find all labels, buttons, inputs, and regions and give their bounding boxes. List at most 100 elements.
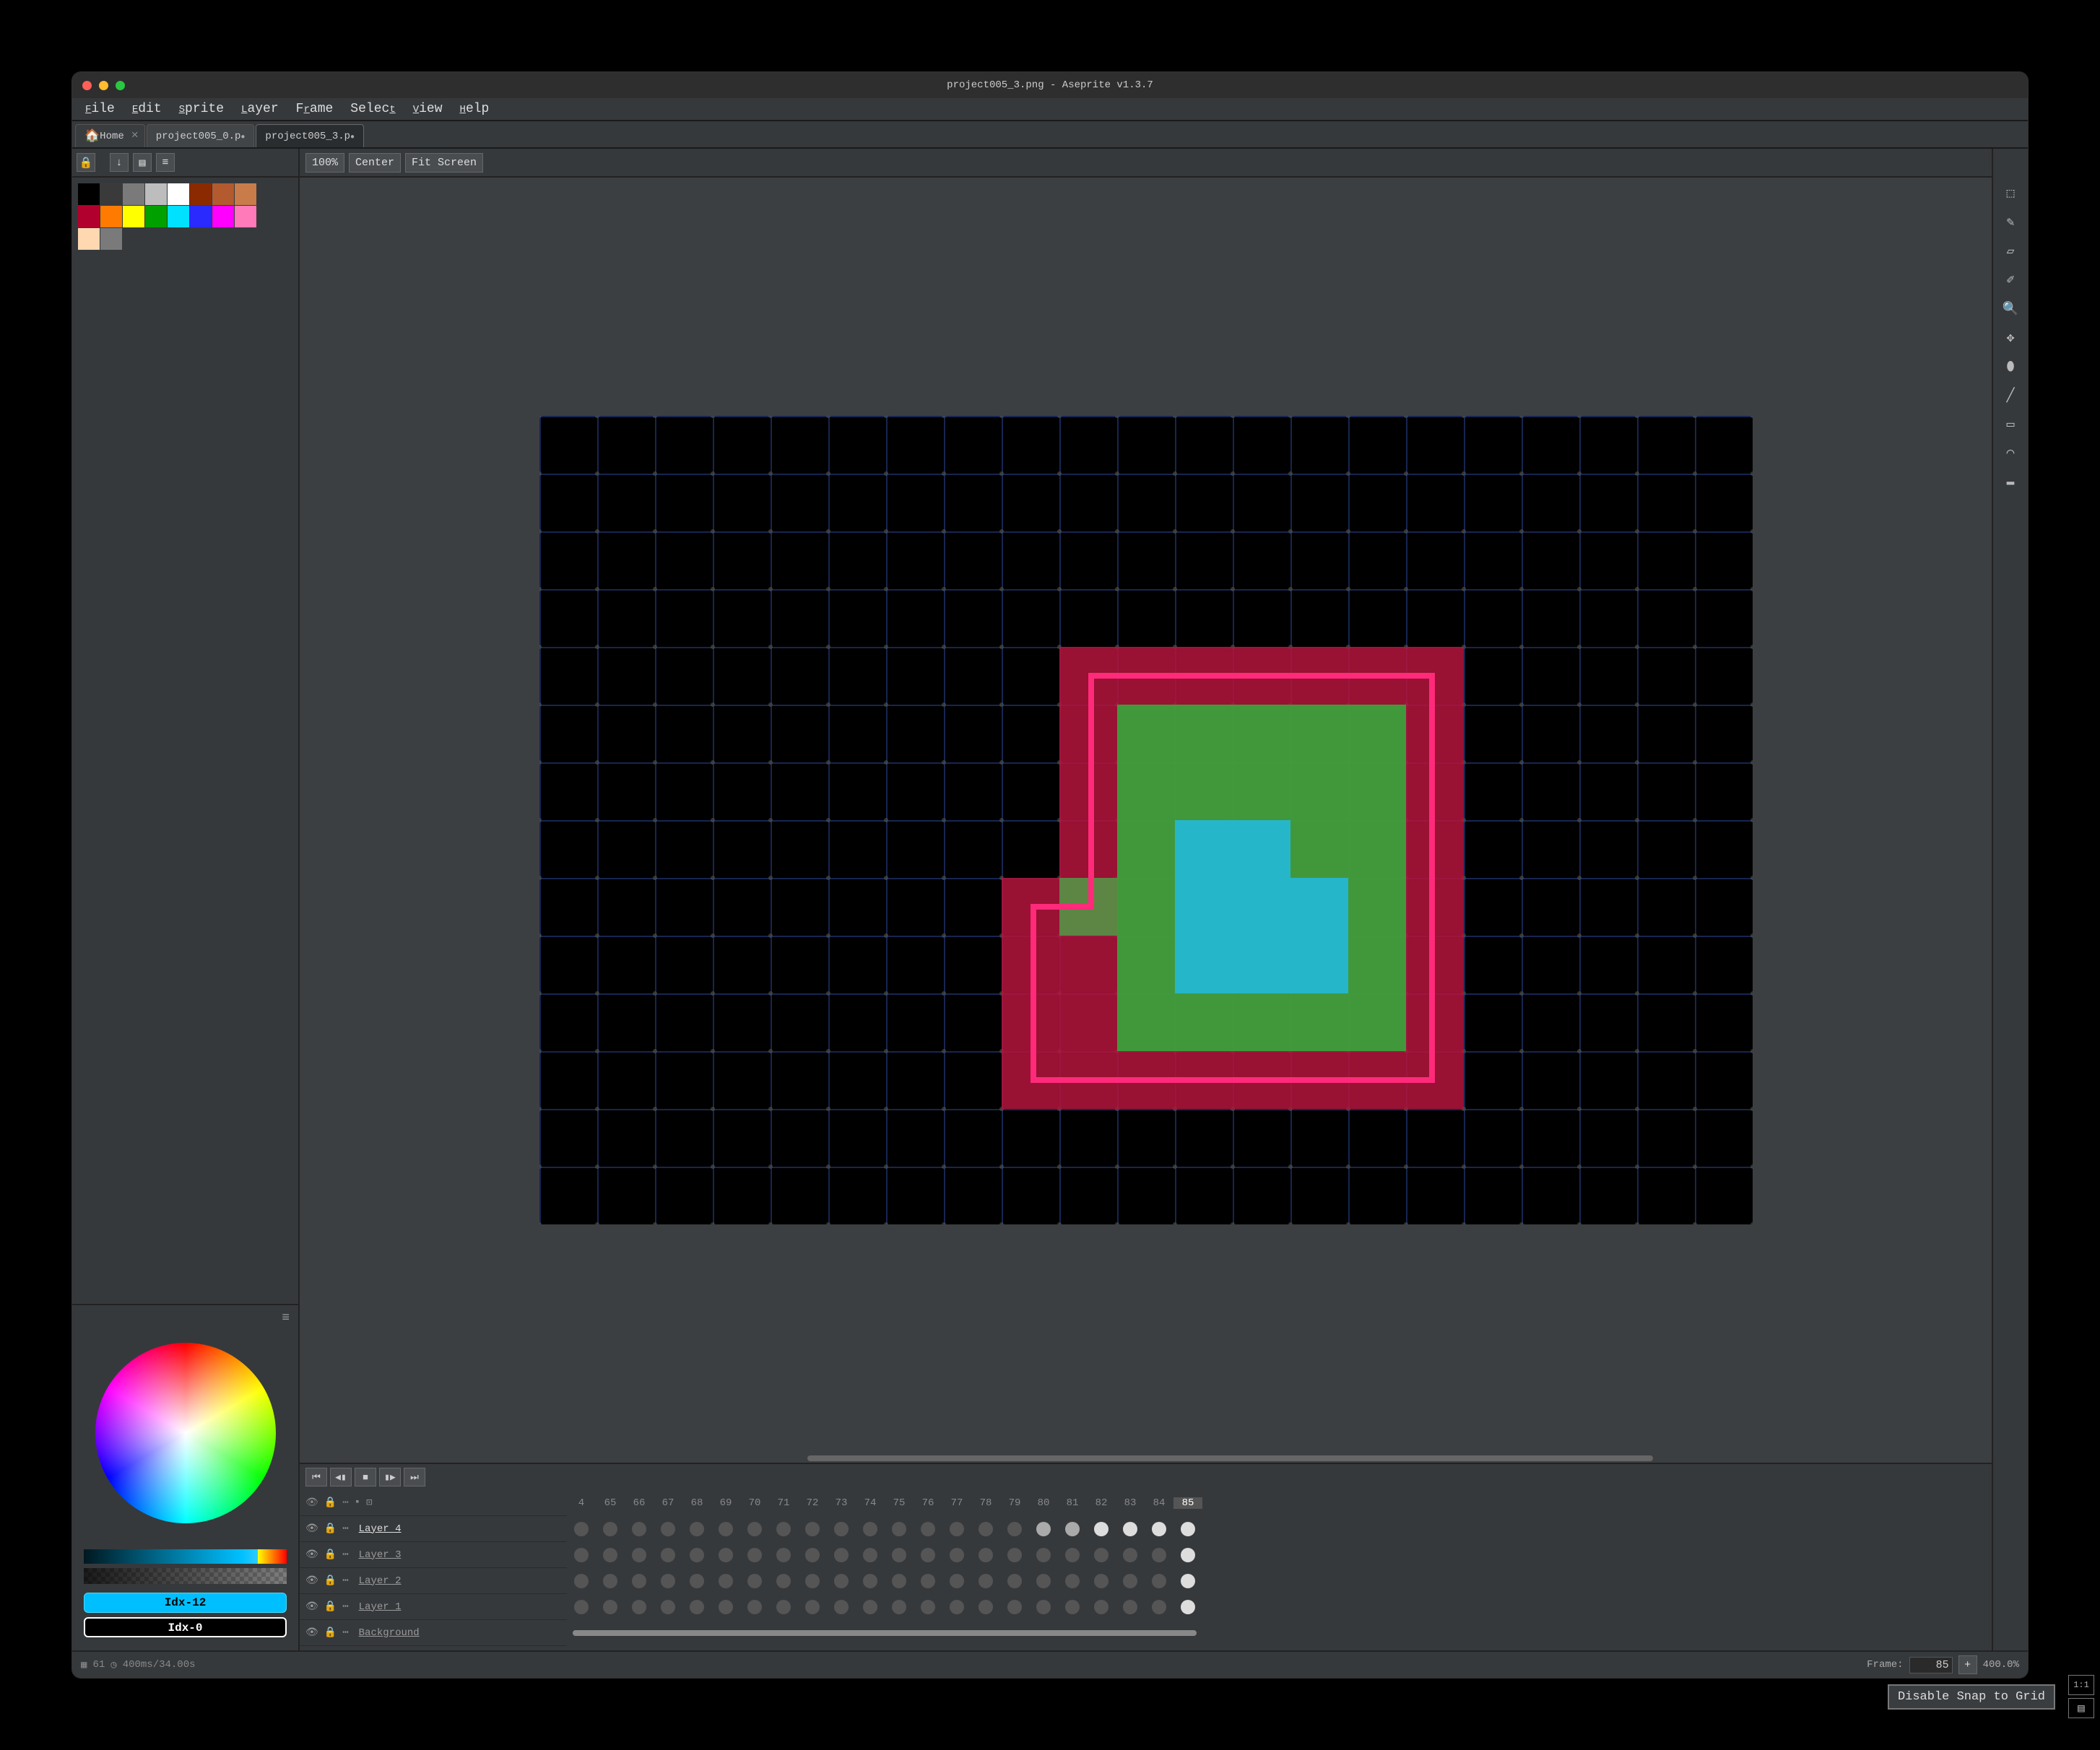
frame-number[interactable]: 82 — [1087, 1497, 1116, 1509]
frame-number[interactable]: 85 — [1173, 1497, 1202, 1509]
canvas-viewport[interactable] — [300, 178, 1992, 1463]
cel[interactable] — [1058, 1568, 1087, 1594]
palette-swatch[interactable] — [100, 183, 122, 205]
menu-help[interactable]: Help — [453, 100, 497, 118]
frame-number[interactable]: 83 — [1116, 1497, 1145, 1509]
cel[interactable] — [856, 1516, 885, 1542]
cel[interactable] — [711, 1516, 740, 1542]
color-spectrum-bar[interactable] — [84, 1549, 287, 1564]
palette-grid[interactable] — [78, 183, 256, 250]
cel[interactable] — [567, 1542, 596, 1568]
cel[interactable] — [1029, 1542, 1058, 1568]
cel[interactable] — [856, 1594, 885, 1620]
visibility-header-icon[interactable]: 👁 — [305, 1497, 318, 1509]
cel[interactable] — [1000, 1542, 1029, 1568]
cel[interactable] — [596, 1542, 625, 1568]
palette-menu-button[interactable]: ≡ — [156, 153, 175, 172]
cel[interactable] — [1116, 1594, 1145, 1620]
palette-swatch[interactable] — [78, 183, 100, 205]
cel[interactable] — [914, 1568, 942, 1594]
cel[interactable] — [654, 1568, 682, 1594]
cel[interactable] — [1116, 1516, 1145, 1542]
cel[interactable] — [711, 1568, 740, 1594]
palette-swatch[interactable] — [145, 183, 167, 205]
frame-number[interactable]: 65 — [596, 1497, 625, 1509]
cel[interactable] — [682, 1516, 711, 1542]
horizontal-scrollbar[interactable] — [807, 1455, 1654, 1461]
cel[interactable] — [914, 1542, 942, 1568]
zoom-readout[interactable]: 400.0% — [1983, 1659, 2019, 1671]
layer-row[interactable]: 👁🔒⋯Layer 3 — [300, 1542, 567, 1568]
visibility-icon[interactable]: 👁 — [305, 1575, 318, 1587]
lock-icon[interactable]: 🔒 — [324, 1523, 337, 1535]
cel[interactable] — [711, 1542, 740, 1568]
canvas[interactable] — [539, 416, 1753, 1224]
palette-swatch[interactable] — [235, 206, 256, 227]
palette-swatch[interactable] — [145, 206, 167, 227]
stop-button[interactable]: ■ — [355, 1468, 376, 1486]
marquee-tool-icon[interactable]: ⬚ — [1997, 180, 2023, 206]
continuous-icon[interactable]: ⋯ — [342, 1523, 348, 1535]
palette-swatch[interactable] — [100, 206, 122, 227]
zoom-tool-icon[interactable]: 🔍 — [1997, 296, 2023, 322]
cel[interactable] — [1029, 1516, 1058, 1542]
frame-number[interactable]: 4 — [567, 1497, 596, 1509]
palette-swatch[interactable] — [168, 183, 189, 205]
cel[interactable] — [798, 1542, 827, 1568]
frame-number[interactable]: 74 — [856, 1497, 885, 1509]
cel[interactable] — [1058, 1542, 1087, 1568]
continuous-icon[interactable]: ⋯ — [342, 1575, 348, 1587]
continuous-icon[interactable]: ⋯ — [342, 1549, 348, 1561]
cel[interactable] — [1000, 1594, 1029, 1620]
cel[interactable] — [654, 1594, 682, 1620]
cel[interactable] — [827, 1594, 856, 1620]
cel[interactable] — [1116, 1542, 1145, 1568]
cel[interactable] — [1145, 1516, 1173, 1542]
cel[interactable] — [942, 1568, 971, 1594]
cel[interactable] — [885, 1542, 914, 1568]
cel[interactable] — [1029, 1594, 1058, 1620]
cel[interactable] — [1173, 1516, 1202, 1542]
lock-icon[interactable]: 🔒 — [324, 1601, 337, 1613]
menu-frame[interactable]: Frame — [289, 100, 341, 118]
palette-swatch[interactable] — [100, 228, 122, 250]
cel[interactable] — [1173, 1594, 1202, 1620]
palette-swatch[interactable] — [190, 183, 212, 205]
link-header-icon[interactable]: ⋯ — [342, 1497, 348, 1509]
move-tool-icon[interactable]: ✥ — [1997, 325, 2023, 351]
frame-number[interactable]: 68 — [682, 1497, 711, 1509]
frame-number[interactable]: 84 — [1145, 1497, 1173, 1509]
cel[interactable] — [654, 1542, 682, 1568]
cel[interactable] — [1145, 1568, 1173, 1594]
cel[interactable] — [769, 1516, 798, 1542]
foreground-color-button[interactable]: Idx-12 — [84, 1593, 287, 1613]
color-panel-menu-icon[interactable]: ≡ — [282, 1311, 290, 1325]
cel[interactable] — [942, 1594, 971, 1620]
cel[interactable] — [769, 1594, 798, 1620]
close-icon[interactable] — [82, 81, 92, 90]
cel[interactable] — [596, 1516, 625, 1542]
background-color-button[interactable]: Idx-0 — [84, 1617, 287, 1637]
cel[interactable] — [1087, 1516, 1116, 1542]
cel[interactable] — [827, 1568, 856, 1594]
cel[interactable] — [971, 1568, 1000, 1594]
frame-number[interactable]: 80 — [1029, 1497, 1058, 1509]
frame-number[interactable]: 70 — [740, 1497, 769, 1509]
palette-swatch[interactable] — [235, 183, 256, 205]
frame-number[interactable]: 66 — [625, 1497, 654, 1509]
frame-number[interactable]: 69 — [711, 1497, 740, 1509]
layer-row[interactable]: 👁🔒⋯Layer 1 — [300, 1594, 567, 1620]
visibility-icon[interactable]: 👁 — [305, 1523, 318, 1535]
cel[interactable] — [625, 1542, 654, 1568]
cel[interactable] — [1087, 1568, 1116, 1594]
palette-swatch[interactable] — [212, 183, 234, 205]
cel[interactable] — [827, 1516, 856, 1542]
frame-number[interactable]: 77 — [942, 1497, 971, 1509]
add-frame-button[interactable]: + — [1958, 1655, 1977, 1674]
layer-row[interactable]: 👁🔒⋯Layer 2 — [300, 1568, 567, 1594]
cel[interactable] — [625, 1516, 654, 1542]
tab-home[interactable]: 🏠 Home — [75, 124, 145, 147]
eyedropper-tool-icon[interactable]: ✐ — [1997, 267, 2023, 293]
cel[interactable] — [740, 1594, 769, 1620]
layer-row[interactable]: 👁🔒⋯Layer 4 — [300, 1516, 567, 1542]
